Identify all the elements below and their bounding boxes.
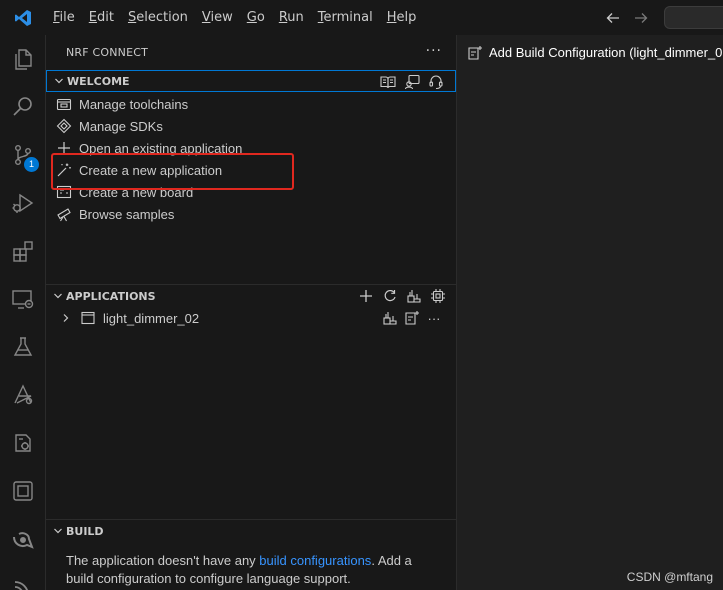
chevron-down-icon xyxy=(51,73,67,89)
menu-view[interactable]: View xyxy=(195,0,240,35)
menu-file[interactable]: File xyxy=(46,0,82,35)
manage-sdks-item[interactable]: Manage SDKs xyxy=(46,115,456,137)
search-icon[interactable] xyxy=(0,83,46,131)
sidebar-more-actions-button[interactable]: ··· xyxy=(426,43,442,59)
applications-section: APPLICATIONS light_dimmer_02 ··· xyxy=(46,285,457,329)
navigation-arrows xyxy=(604,0,650,35)
manage-sdks-label: Manage SDKs xyxy=(79,118,163,134)
command-center-search[interactable] xyxy=(664,6,723,29)
menu-selection[interactable]: Selection xyxy=(121,0,195,35)
explorer-icon[interactable] xyxy=(0,35,46,83)
source-control-badge: 1 xyxy=(24,157,39,172)
application-row-actions: ··· xyxy=(381,309,443,327)
build-message-text-before: The application doesn't have any xyxy=(66,553,260,568)
sdk-icon xyxy=(56,118,72,134)
build-message: The application doesn't have any build c… xyxy=(46,542,457,588)
chevron-down-icon xyxy=(50,523,66,539)
watermark: CSDN @mftang xyxy=(626,570,713,584)
memory-explorer-icon[interactable] xyxy=(0,467,46,515)
application-name: light_dimmer_02 xyxy=(103,310,200,326)
sidebar-title: NRF CONNECT xyxy=(66,46,149,59)
vscode-logo-icon xyxy=(0,0,46,35)
forward-arrow-icon[interactable] xyxy=(632,9,650,27)
welcome-section-title: WELCOME xyxy=(67,74,130,88)
chevron-down-icon xyxy=(50,288,66,304)
menu-go[interactable]: Go xyxy=(240,0,272,35)
wireless-icon[interactable] xyxy=(0,563,46,590)
build-section-title: BUILD xyxy=(66,524,104,538)
sidebar-header: NRF CONNECT ··· xyxy=(46,35,456,70)
browse-samples-label: Browse samples xyxy=(79,206,175,222)
add-icon[interactable] xyxy=(357,287,375,305)
welcome-section-header[interactable]: WELCOME xyxy=(46,70,456,92)
build-section-header[interactable]: BUILD xyxy=(46,520,457,542)
highlight-box xyxy=(51,153,294,190)
menu-terminal[interactable]: Terminal xyxy=(311,0,380,35)
build-icon[interactable] xyxy=(381,309,399,327)
menu-edit[interactable]: Edit xyxy=(82,0,121,35)
activity-bar: 1 xyxy=(0,35,46,590)
platformio-icon[interactable] xyxy=(0,515,46,563)
title-bar: File Edit Selection View Go Run Terminal… xyxy=(0,0,723,35)
run-debug-icon[interactable] xyxy=(0,179,46,227)
menu-help[interactable]: Help xyxy=(380,0,424,35)
manage-toolchains-item[interactable]: Manage toolchains xyxy=(46,93,456,115)
sidebar: NRF CONNECT ··· WELCOME Manage toolchain… xyxy=(46,35,457,590)
application-window-icon xyxy=(80,310,96,326)
build-section: BUILD The application doesn't have any b… xyxy=(46,520,457,588)
add-build-configuration-icon xyxy=(467,45,483,61)
editor-tab-title: Add Build Configuration (light_dimmer_02… xyxy=(489,45,723,60)
applications-section-actions xyxy=(357,287,447,305)
menu-bar: File Edit Selection View Go Run Terminal… xyxy=(46,0,423,35)
feedback-icon[interactable] xyxy=(403,73,421,91)
chevron-right-icon xyxy=(58,310,74,326)
menu-run[interactable]: Run xyxy=(272,0,311,35)
applications-section-header[interactable]: APPLICATIONS xyxy=(46,285,457,307)
application-more-icon[interactable]: ··· xyxy=(425,309,443,327)
device-manager-icon[interactable] xyxy=(0,419,46,467)
back-arrow-icon[interactable] xyxy=(604,9,622,27)
browse-samples-item[interactable]: Browse samples xyxy=(46,203,456,225)
testing-flask-icon[interactable] xyxy=(0,323,46,371)
toolchain-icon xyxy=(56,96,72,112)
remote-explorer-icon[interactable] xyxy=(0,275,46,323)
telescope-icon xyxy=(56,206,72,222)
add-build-configuration-icon[interactable] xyxy=(403,309,421,327)
application-row-light-dimmer[interactable]: light_dimmer_02 ··· xyxy=(46,307,457,329)
applications-section-title: APPLICATIONS xyxy=(66,289,156,303)
support-headset-icon[interactable] xyxy=(427,73,445,91)
welcome-section-actions xyxy=(379,73,445,91)
source-control-icon[interactable]: 1 xyxy=(0,131,46,179)
nrf-connect-icon[interactable] xyxy=(0,371,46,419)
editor-area: Add Build Configuration (light_dimmer_02… xyxy=(457,35,723,590)
editor-tab-add-build-configuration[interactable]: Add Build Configuration (light_dimmer_02… xyxy=(457,35,723,70)
build-all-icon[interactable] xyxy=(405,287,423,305)
manage-toolchains-label: Manage toolchains xyxy=(79,96,189,112)
refresh-icon[interactable] xyxy=(381,287,399,305)
book-icon[interactable] xyxy=(379,73,397,91)
extensions-icon[interactable] xyxy=(0,227,46,275)
chip-icon[interactable] xyxy=(429,287,447,305)
build-configurations-link[interactable]: build configurations xyxy=(259,553,371,568)
